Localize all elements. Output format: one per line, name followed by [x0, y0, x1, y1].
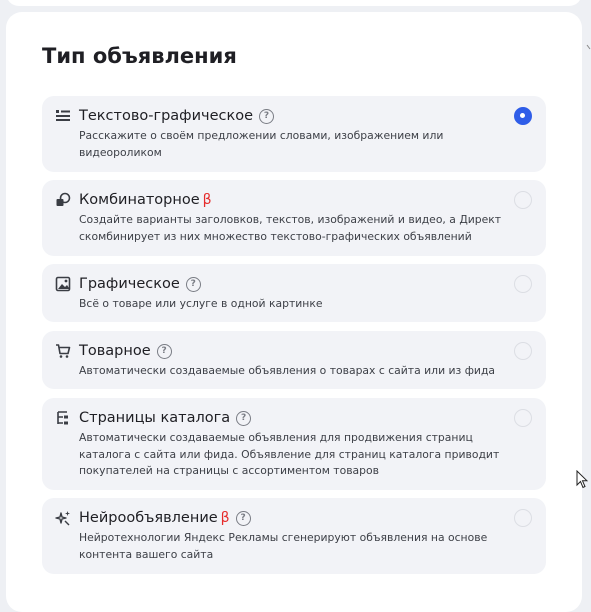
option-label: Комбинаторное: [79, 192, 200, 208]
help-icon[interactable]: ?: [156, 343, 172, 359]
option-description: Всё о товаре или услуге в одной картинке: [79, 297, 323, 310]
option-description: Создайте варианты заголовков, текстов, и…: [79, 213, 502, 243]
help-icon[interactable]: ?: [185, 276, 201, 292]
radio-unselected[interactable]: [514, 409, 532, 427]
help-icon[interactable]: ?: [235, 510, 251, 526]
radio-unselected[interactable]: [514, 342, 532, 360]
cart-icon: [55, 343, 71, 359]
edge-chevron-icon: [586, 44, 591, 50]
sparkles-icon: [55, 510, 71, 526]
option-product[interactable]: Товарное ? Автоматически создаваемые объ…: [42, 331, 546, 389]
option-label: Графическое: [79, 276, 180, 292]
option-description: Расскажите о своём предложении словами, …: [79, 129, 444, 159]
option-combinatorial[interactable]: Комбинаторное β Создайте варианты заголо…: [42, 180, 546, 256]
option-label: Нейрообъявление: [79, 510, 218, 526]
text-graphic-icon: [55, 108, 71, 124]
option-neuro[interactable]: Нейрообъявление β ? Нейротехнологии Янде…: [42, 498, 546, 574]
radio-unselected[interactable]: [514, 191, 532, 209]
option-description: Нейротехнологии Яндекс Рекламы сгенериру…: [79, 531, 488, 561]
beta-badge: β: [202, 192, 212, 208]
option-description: Автоматически создаваемые объявления для…: [79, 431, 500, 477]
radio-selected[interactable]: [514, 107, 532, 125]
option-label: Товарное: [79, 343, 151, 359]
radio-unselected[interactable]: [514, 275, 532, 293]
mouse-cursor-icon: [576, 470, 588, 489]
combinatorial-icon: [55, 192, 71, 208]
previous-section-card: [6, 0, 582, 6]
option-graphic[interactable]: Графическое ? Всё о товаре или услуге в …: [42, 264, 546, 322]
catalog-tree-icon: [55, 410, 71, 426]
image-icon: [55, 276, 71, 292]
option-label: Текстово-графическое: [79, 108, 254, 124]
section-title: Тип объявления: [42, 44, 237, 68]
help-icon[interactable]: ?: [259, 108, 275, 124]
option-catalog-pages[interactable]: Страницы каталога ? Автоматически создав…: [42, 398, 546, 490]
radio-unselected[interactable]: [514, 509, 532, 527]
option-label: Страницы каталога: [79, 410, 231, 426]
beta-badge: β: [220, 510, 230, 526]
option-text-graphic[interactable]: Текстово-графическое ? Расскажите о своё…: [42, 96, 546, 172]
option-description: Автоматически создаваемые объявления о т…: [79, 364, 496, 377]
help-icon[interactable]: ?: [236, 410, 252, 426]
